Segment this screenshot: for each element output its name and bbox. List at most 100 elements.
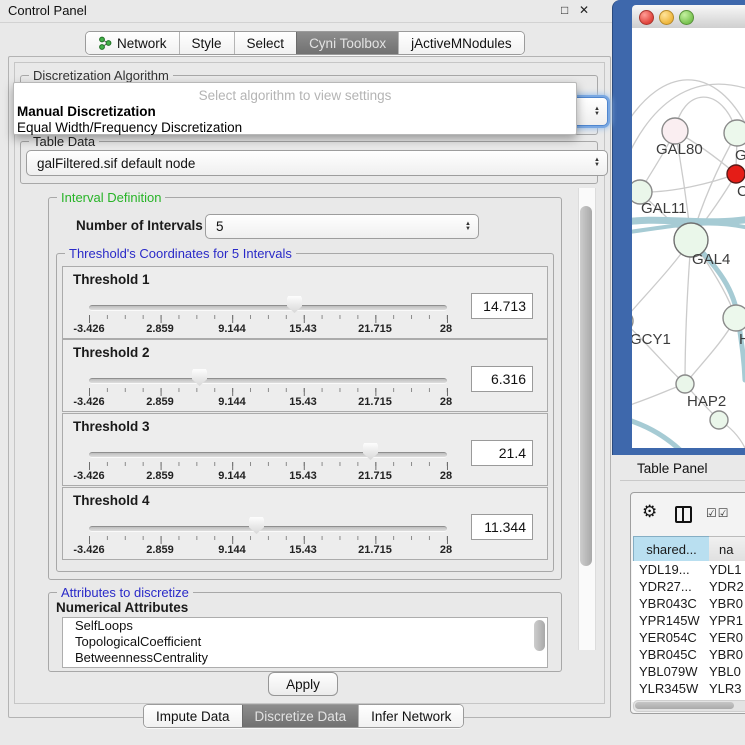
threshold-1-slider-track[interactable] bbox=[89, 305, 447, 311]
cell-shared-name: YBL079W bbox=[632, 663, 709, 680]
node-h[interactable] bbox=[723, 305, 745, 331]
apply-button[interactable]: Apply bbox=[268, 672, 338, 696]
tick-label: 21.715 bbox=[358, 396, 392, 408]
node-gcy1[interactable] bbox=[632, 311, 633, 331]
numerical-attributes-list: SelfLoops TopologicalCoefficient Between… bbox=[62, 617, 548, 668]
threshold-4-ticks bbox=[89, 536, 448, 544]
tick-label: 15.43 bbox=[289, 470, 317, 482]
tab-jactivemnodules[interactable]: jActiveMNodules bbox=[398, 32, 524, 54]
tick-label: 2.859 bbox=[146, 323, 174, 335]
table-hscrollbar-thumb[interactable] bbox=[635, 702, 734, 709]
network-graph[interactable]: GAL80 G C GAL11 GAL4 GCY1 H HAP2 bbox=[632, 28, 745, 448]
list-item[interactable]: SelfLoops bbox=[63, 618, 547, 634]
bottom-tab-bar: Impute Data Discretize Data Infer Networ… bbox=[143, 704, 464, 728]
zoom-traffic-light[interactable] bbox=[679, 10, 694, 25]
threshold-2-value-field[interactable] bbox=[471, 366, 533, 392]
tick-label: -3.426 bbox=[73, 544, 104, 556]
tab-network[interactable]: Network bbox=[86, 32, 179, 54]
gear-icon[interactable]: ⚙ bbox=[642, 502, 657, 522]
list-item[interactable]: TopologicalCoefficient bbox=[63, 634, 547, 650]
num-intervals-value: 5 bbox=[216, 219, 224, 234]
num-intervals-label: Number of Intervals bbox=[76, 218, 203, 233]
apply-button-label: Apply bbox=[286, 677, 320, 692]
tab-cyni-toolbox[interactable]: Cyni Toolbox bbox=[296, 32, 398, 54]
popup-hint: Select algorithm to view settings bbox=[14, 88, 576, 103]
node-top-right[interactable] bbox=[724, 120, 745, 146]
threshold-2-slider-track[interactable] bbox=[89, 378, 447, 384]
threshold-3-slider-track[interactable] bbox=[89, 452, 447, 458]
tab-cyni-toolbox-label: Cyni Toolbox bbox=[309, 36, 386, 51]
threshold-3-ticks bbox=[89, 462, 448, 470]
cell-shared-name: YPR145W bbox=[632, 612, 709, 629]
columns-icon[interactable] bbox=[675, 506, 692, 523]
cell-name: YDL1 bbox=[709, 561, 742, 578]
tab-discretize-data[interactable]: Discretize Data bbox=[242, 705, 359, 727]
threshold-row-4: Threshold 4 -3.426 2.859 9.144 15.43 21.… bbox=[62, 487, 548, 560]
table-data-combo-value: galFiltered.sif default node bbox=[37, 156, 195, 171]
num-intervals-combo[interactable]: 5 ▲▼ bbox=[205, 214, 479, 239]
tab-select[interactable]: Select bbox=[234, 32, 297, 54]
close-icon[interactable]: ✕ bbox=[579, 3, 589, 17]
tick-label: 2.859 bbox=[146, 396, 174, 408]
table-row[interactable]: YPR145WYPR1 bbox=[632, 612, 745, 629]
threshold-3-value-field[interactable] bbox=[471, 440, 533, 466]
table-row[interactable]: YER054CYER0 bbox=[632, 629, 745, 646]
threshold-2-label: Threshold 2 bbox=[73, 345, 150, 360]
minimize-traffic-light[interactable] bbox=[659, 10, 674, 25]
list-item[interactable]: BetweennessCentrality bbox=[63, 650, 547, 666]
table-hscrollbar-track[interactable] bbox=[633, 700, 745, 712]
threshold-4-slider-track[interactable] bbox=[89, 526, 447, 532]
cell-name: YBL0 bbox=[709, 663, 741, 680]
table-row[interactable]: YBR045CYBR0 bbox=[632, 646, 745, 663]
network-window-titlebar[interactable] bbox=[632, 5, 745, 29]
threshold-2-ticks bbox=[89, 388, 448, 396]
network-icon bbox=[98, 36, 112, 50]
table-row[interactable]: YDR27...YDR2 bbox=[632, 578, 745, 595]
list-scrollbar-thumb[interactable] bbox=[534, 620, 545, 651]
tick-label: 9.144 bbox=[218, 323, 246, 335]
node-hap2[interactable] bbox=[676, 375, 694, 393]
tick-label: 28 bbox=[440, 323, 452, 335]
table-data-combo[interactable]: galFiltered.sif default node ▲▼ bbox=[26, 150, 608, 176]
node-bottom[interactable] bbox=[710, 411, 728, 429]
interval-definition-title: Interval Definition bbox=[57, 190, 165, 205]
tick-label: 15.43 bbox=[289, 323, 317, 335]
column-header-shared-name-label: shared... bbox=[646, 542, 697, 557]
content-scrollbar-thumb[interactable] bbox=[580, 206, 592, 566]
popup-option-equal-width[interactable]: Equal Width/Frequency Discretization bbox=[17, 120, 242, 135]
top-tab-bar: Network Style Select Cyni Toolbox jActiv… bbox=[85, 31, 525, 55]
column-header-shared-name[interactable]: shared... bbox=[633, 536, 710, 562]
tick-label: 15.43 bbox=[289, 396, 317, 408]
tick-label: -3.426 bbox=[73, 323, 104, 335]
tick-label: 28 bbox=[440, 470, 452, 482]
table-row[interactable]: YBL079WYBL0 bbox=[632, 663, 745, 680]
network-canvas[interactable]: GAL80 G C GAL11 GAL4 GCY1 H HAP2 bbox=[632, 28, 745, 448]
table-row[interactable]: YBR043CYBR0 bbox=[632, 595, 745, 612]
tab-impute-data-label: Impute Data bbox=[156, 709, 230, 724]
label-gcy1: GCY1 bbox=[632, 331, 671, 348]
select-columns-checkboxes-icon[interactable]: ☑☑ bbox=[706, 506, 730, 520]
popup-option-manual[interactable]: Manual Discretization bbox=[17, 104, 156, 119]
threshold-4-value-field[interactable] bbox=[471, 514, 533, 540]
close-traffic-light[interactable] bbox=[639, 10, 654, 25]
threshold-row-1: Threshold 1 -3.426 2.859 9.144 15.43 21.… bbox=[62, 266, 548, 339]
tab-style-label: Style bbox=[192, 36, 222, 51]
threshold-1-label: Threshold 1 bbox=[73, 272, 150, 287]
float-window-icon[interactable]: □ bbox=[561, 3, 568, 17]
label-c-fragment: C bbox=[737, 183, 745, 200]
tab-infer-network[interactable]: Infer Network bbox=[358, 705, 463, 727]
tab-discretize-data-label: Discretize Data bbox=[255, 709, 347, 724]
table-row[interactable]: YDL19...YDL1 bbox=[632, 561, 745, 578]
numerical-attributes-heading: Numerical Attributes bbox=[56, 600, 188, 615]
table-row[interactable]: YLR345WYLR3 bbox=[632, 680, 745, 697]
tab-style[interactable]: Style bbox=[179, 32, 234, 54]
tick-label: -3.426 bbox=[73, 396, 104, 408]
screen: Control Panel □ ✕ Network Style Select C… bbox=[0, 0, 745, 745]
tab-impute-data[interactable]: Impute Data bbox=[144, 705, 242, 727]
table-panel-window: ⚙ ☑☑ shared... na YDL19...YDL1 YDR27...Y… bbox=[630, 492, 745, 714]
cell-name: YLR3 bbox=[709, 680, 742, 697]
label-g-fragment: G bbox=[735, 147, 745, 164]
column-header-name[interactable]: na bbox=[709, 536, 745, 562]
threshold-1-value-field[interactable] bbox=[471, 293, 533, 319]
node-red-selected[interactable] bbox=[727, 165, 745, 183]
